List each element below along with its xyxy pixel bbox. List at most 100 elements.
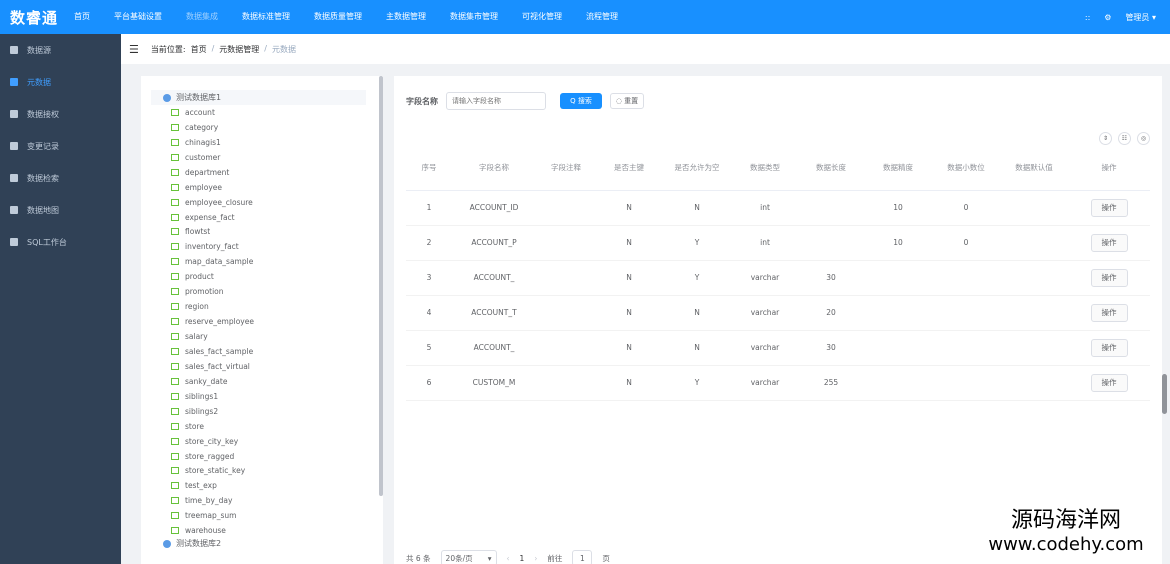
table-icon — [171, 123, 179, 131]
tree-node[interactable]: treemap_sum — [171, 508, 371, 523]
tree-node[interactable]: test_exp — [171, 478, 371, 493]
tree-node[interactable]: map_data_sample — [171, 254, 371, 269]
topnav-item[interactable]: 流程管理 — [574, 0, 630, 34]
table-row: 6 CUSTOM_M N Yvarchar 255 操作 — [406, 365, 1150, 401]
tree-node[interactable]: account — [171, 105, 371, 120]
page-number[interactable]: 1 — [520, 554, 525, 563]
operate-button[interactable]: 操作 — [1090, 373, 1128, 392]
tree-root-node[interactable]: 测试数据库1 — [151, 90, 366, 105]
tree-node-label: product — [185, 272, 214, 282]
table-cell: ACCOUNT_ — [452, 330, 536, 366]
refresh-icon[interactable]: ◎ — [1137, 132, 1150, 145]
table-icon — [171, 303, 179, 311]
topnav-item[interactable]: 可视化管理 — [510, 0, 574, 34]
tree-node[interactable]: department — [171, 165, 371, 180]
goto-input[interactable]: 1 — [572, 550, 593, 564]
field-name-label: 字段名称 — [406, 96, 438, 106]
tree-scrollbar[interactable] — [379, 76, 383, 496]
next-page-button[interactable]: › — [534, 554, 537, 563]
tree-node-label: test_exp — [185, 481, 217, 491]
topnav-item[interactable]: 数据集市管理 — [438, 0, 510, 34]
breadcrumb-item-metadata-mgmt[interactable]: 元数据管理 — [219, 44, 259, 55]
sidebar-item-label: 元数据 — [27, 77, 51, 87]
table-cell — [536, 330, 596, 366]
operate-button[interactable]: 操作 — [1090, 268, 1128, 287]
tree-node[interactable]: flowtst — [171, 225, 371, 240]
table-cell — [932, 295, 1000, 331]
menu-toggle-icon[interactable]: ☰ — [129, 43, 139, 56]
page-scrollbar[interactable] — [1162, 374, 1167, 414]
field-name-input[interactable] — [446, 92, 546, 110]
operate-button[interactable]: 操作 — [1090, 338, 1128, 357]
tree-node[interactable]: inventory_fact — [171, 239, 371, 254]
topnav-item[interactable]: 主数据管理 — [374, 0, 438, 34]
tree-node[interactable]: store_ragged — [171, 449, 371, 464]
topnav-item[interactable]: 数据标准管理 — [230, 0, 302, 34]
toggle-search-icon[interactable]: ⇕ — [1099, 132, 1112, 145]
operate-button[interactable]: 操作 — [1090, 233, 1128, 252]
tree-node[interactable]: store_city_key — [171, 434, 371, 449]
database-tree-panel: 测试数据库1 account category chinagis1 customer d… — [141, 76, 383, 564]
topnav-item[interactable]: 首页 — [62, 0, 102, 34]
sidebar-item[interactable]: 数据源 — [0, 34, 121, 66]
tree-node[interactable]: employee_closure — [171, 195, 371, 210]
tree-node[interactable]: store — [171, 419, 371, 434]
breadcrumb-prefix: 当前位置: — [150, 44, 186, 54]
table-cell: 2 — [406, 225, 452, 261]
table-cell: N — [662, 190, 732, 226]
sidebar-item[interactable]: 数据接权 — [0, 98, 121, 130]
tree-node[interactable]: sales_fact_virtual — [171, 359, 371, 374]
topnav-item[interactable]: 数据质量管理 — [302, 0, 374, 34]
grid-icon[interactable]: :: — [1085, 13, 1090, 22]
table-cell: 操作 — [1068, 225, 1150, 261]
tree-node[interactable]: sales_fact_sample — [171, 344, 371, 359]
table-cell: Y — [662, 225, 732, 261]
tree-node[interactable]: time_by_day — [171, 493, 371, 508]
table-cell: 操作 — [1068, 190, 1150, 226]
table-cell: N — [662, 295, 732, 331]
columns-icon[interactable]: ☷ — [1118, 132, 1131, 145]
settings-icon[interactable]: ⚙ — [1104, 13, 1111, 22]
tree-node[interactable]: sanky_date — [171, 374, 371, 389]
user-menu[interactable]: 管理员 ▾ — [1125, 12, 1156, 23]
tree-node[interactable]: chinagis1 — [171, 135, 371, 150]
sidebar-item[interactable]: 元数据 — [0, 66, 121, 98]
tree-node[interactable]: customer — [171, 150, 371, 165]
tree-node-label: store_ragged — [185, 451, 235, 461]
sidebar-item[interactable]: 变更记录 — [0, 130, 121, 162]
prev-page-button[interactable]: ‹ — [507, 554, 510, 563]
topnav-item[interactable]: 数据集成 — [174, 0, 230, 34]
tree-node[interactable]: salary — [171, 329, 371, 344]
breadcrumb-item-home[interactable]: 首页 — [191, 44, 207, 55]
reset-button[interactable]: ◌ 重置 — [610, 93, 644, 109]
menu-icon — [10, 46, 18, 54]
tree-node[interactable]: siblings1 — [171, 389, 371, 404]
tree-node[interactable]: promotion — [171, 284, 371, 299]
table-cell: 0 — [932, 225, 1000, 261]
tree-node[interactable]: region — [171, 299, 371, 314]
table-cell: 操作 — [1068, 295, 1150, 331]
sidebar-item[interactable]: 数据检索 — [0, 162, 121, 194]
tree-node[interactable]: store_static_key — [171, 464, 371, 479]
tree-root-node-2[interactable]: 测试数据库2 — [151, 536, 366, 551]
table-cell: CUSTOM_M — [452, 365, 536, 401]
menu-icon — [10, 110, 18, 118]
tree-node[interactable]: reserve_employee — [171, 314, 371, 329]
operate-button[interactable]: 操作 — [1090, 198, 1128, 217]
tree-node-label: employee — [185, 182, 223, 192]
app-logo: 数睿通 — [10, 8, 59, 27]
sidebar-item[interactable]: SQL工作台 — [0, 226, 121, 258]
sidebar-item[interactable]: 数据地图 — [0, 194, 121, 226]
operate-button[interactable]: 操作 — [1090, 303, 1128, 322]
tree-node[interactable]: product — [171, 269, 371, 284]
topnav-item[interactable]: 平台基础设置 — [102, 0, 174, 34]
tree-node[interactable]: category — [171, 120, 371, 135]
page-size-select[interactable]: 20条/页 ▾ — [440, 550, 497, 564]
tree-node[interactable]: employee — [171, 180, 371, 195]
tree-node[interactable]: expense_fact — [171, 210, 371, 225]
search-button[interactable]: Q 搜索 — [560, 93, 602, 109]
table-icon — [171, 437, 179, 445]
tree-node[interactable]: siblings2 — [171, 404, 371, 419]
table-icon — [171, 452, 179, 460]
menu-icon — [10, 78, 18, 86]
